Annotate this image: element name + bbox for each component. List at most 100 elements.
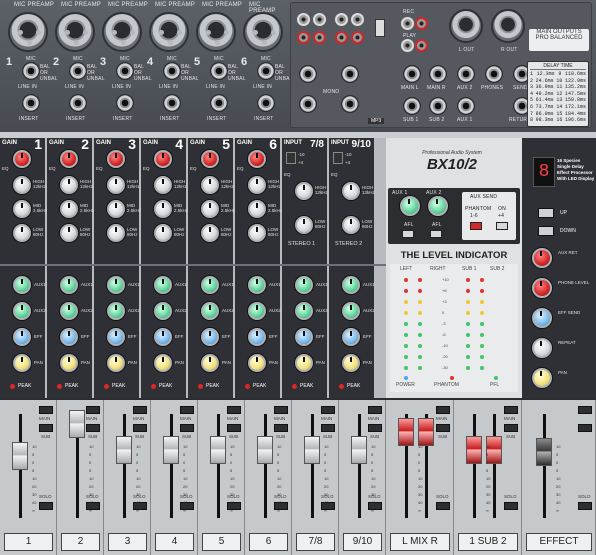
gain-knob[interactable] xyxy=(13,150,31,168)
eq-mid-knob[interactable] xyxy=(154,200,172,218)
effect-knob[interactable] xyxy=(532,248,552,268)
jack-aux-1[interactable] xyxy=(457,97,475,115)
gain-knob[interactable] xyxy=(201,150,219,168)
xlr-l-out[interactable] xyxy=(449,9,483,43)
jack-phones[interactable] xyxy=(485,65,503,83)
xlr-mic-input[interactable] xyxy=(55,12,95,52)
pan-knob[interactable] xyxy=(342,354,360,372)
aux2-knob[interactable] xyxy=(107,302,125,320)
sub-button[interactable] xyxy=(227,424,241,432)
jack-sub-2[interactable] xyxy=(429,97,447,115)
rca-aux-r[interactable] xyxy=(351,13,364,26)
insert-jack[interactable] xyxy=(69,94,87,112)
rca-rec-r[interactable] xyxy=(415,17,428,30)
rca-play-l[interactable] xyxy=(401,39,414,52)
fader-knob[interactable] xyxy=(418,418,434,446)
xlr-mic-input[interactable] xyxy=(8,12,48,52)
main-button[interactable] xyxy=(436,406,450,414)
pan-knob[interactable] xyxy=(13,354,31,372)
sub-button[interactable] xyxy=(368,424,382,432)
fader-knob[interactable] xyxy=(257,436,273,464)
xlr-mic-input[interactable] xyxy=(102,12,142,52)
rca-input-r-red[interactable] xyxy=(313,31,326,44)
gain-knob[interactable] xyxy=(248,150,266,168)
insert-jack[interactable] xyxy=(257,94,275,112)
eq-high-knob[interactable] xyxy=(60,176,78,194)
effect-knob[interactable] xyxy=(532,278,552,298)
eq-high-knob[interactable] xyxy=(154,176,172,194)
rca-aux-l[interactable] xyxy=(335,13,348,26)
main-button[interactable] xyxy=(227,406,241,414)
solo-button[interactable] xyxy=(578,502,592,510)
gain-knob[interactable] xyxy=(154,150,172,168)
insert-jack[interactable] xyxy=(22,94,40,112)
eq-mid-knob[interactable] xyxy=(201,200,219,218)
fader-knob[interactable] xyxy=(536,438,552,466)
sub-button[interactable] xyxy=(180,424,194,432)
aux1-knob[interactable] xyxy=(201,276,219,294)
eff-knob[interactable] xyxy=(248,328,266,346)
sub-button[interactable] xyxy=(321,424,335,432)
aux2-knob[interactable] xyxy=(342,302,360,320)
aux2-send-knob[interactable] xyxy=(428,196,448,216)
rca-aux-r-red[interactable] xyxy=(351,31,364,44)
eq-high-knob[interactable] xyxy=(295,182,313,200)
xlr-mic-input[interactable] xyxy=(149,12,189,52)
fader-knob[interactable] xyxy=(466,436,482,464)
jack-mono-left[interactable] xyxy=(299,65,317,83)
rca-aux-l-red[interactable] xyxy=(335,31,348,44)
phantom-button[interactable] xyxy=(470,222,482,230)
jack-main-l[interactable] xyxy=(403,65,421,83)
main-button[interactable] xyxy=(368,406,382,414)
aux1-knob[interactable] xyxy=(13,276,31,294)
solo-button[interactable] xyxy=(39,502,53,510)
fader-knob[interactable] xyxy=(351,436,367,464)
pan-knob[interactable] xyxy=(295,354,313,372)
effect-down-button[interactable] xyxy=(538,226,554,236)
eff-knob[interactable] xyxy=(60,328,78,346)
insert-jack[interactable] xyxy=(210,94,228,112)
line-in-jack[interactable] xyxy=(257,62,275,80)
pan-knob[interactable] xyxy=(154,354,172,372)
effect-knob[interactable] xyxy=(532,338,552,358)
aux1-afl-button[interactable] xyxy=(402,230,414,238)
eq-low-knob[interactable] xyxy=(13,224,31,242)
aux2-knob[interactable] xyxy=(154,302,172,320)
line-in-jack[interactable] xyxy=(163,62,181,80)
eff-knob[interactable] xyxy=(154,328,172,346)
main-button[interactable] xyxy=(321,406,335,414)
fader-knob[interactable] xyxy=(210,436,226,464)
main-button[interactable] xyxy=(274,406,288,414)
fader-knob[interactable] xyxy=(398,418,414,446)
level-switch[interactable] xyxy=(333,152,343,164)
usb-port[interactable] xyxy=(375,19,385,37)
aux1-send-knob[interactable] xyxy=(400,196,420,216)
effect-sub-button[interactable] xyxy=(578,424,592,432)
fader-knob[interactable] xyxy=(12,442,28,470)
sub-button[interactable] xyxy=(436,424,450,432)
main-button[interactable] xyxy=(133,406,147,414)
aux2-knob[interactable] xyxy=(13,302,31,320)
jack-main-r[interactable] xyxy=(429,65,447,83)
eq-high-knob[interactable] xyxy=(13,176,31,194)
eq-low-knob[interactable] xyxy=(107,224,125,242)
main-button[interactable] xyxy=(39,406,53,414)
insert-jack[interactable] xyxy=(116,94,134,112)
line-in-jack[interactable] xyxy=(22,62,40,80)
eff-knob[interactable] xyxy=(201,328,219,346)
eq-mid-knob[interactable] xyxy=(107,200,125,218)
gain-knob[interactable] xyxy=(60,150,78,168)
sub-button[interactable] xyxy=(133,424,147,432)
eff-knob[interactable] xyxy=(13,328,31,346)
aux1-knob[interactable] xyxy=(248,276,266,294)
solo-button[interactable] xyxy=(504,502,518,510)
eq-mid-knob[interactable] xyxy=(13,200,31,218)
solo-button[interactable] xyxy=(436,502,450,510)
pan-knob[interactable] xyxy=(107,354,125,372)
eff-knob[interactable] xyxy=(107,328,125,346)
line-in-jack[interactable] xyxy=(210,62,228,80)
aux2-knob[interactable] xyxy=(248,302,266,320)
rca-rec-l[interactable] xyxy=(401,17,414,30)
eq-mid-knob[interactable] xyxy=(248,200,266,218)
eq-low-knob[interactable] xyxy=(295,216,313,234)
